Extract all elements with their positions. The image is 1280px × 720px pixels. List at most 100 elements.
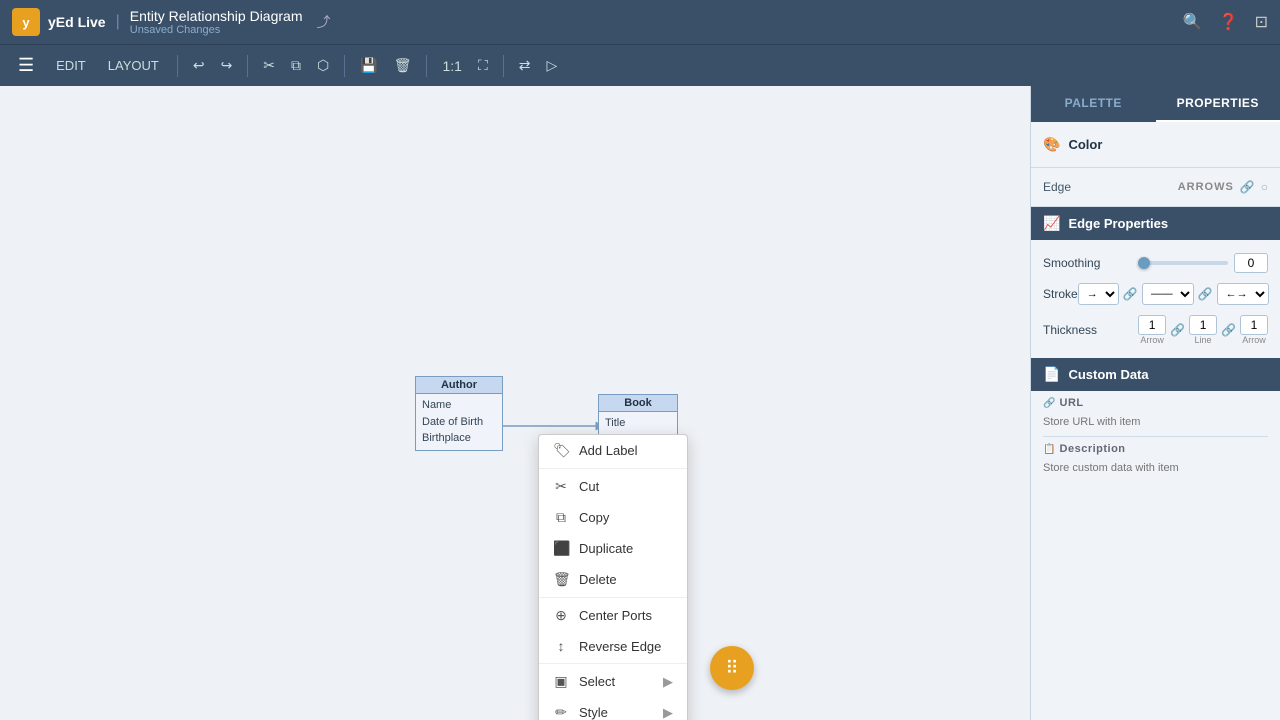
color-icon: 🎨 — [1043, 136, 1060, 153]
stroke-link-icon2[interactable]: 🔗 — [1198, 287, 1213, 301]
arrows-label: ARROWS — [1178, 181, 1234, 193]
thickness-link2-icon[interactable]: 🔗 — [1221, 323, 1236, 337]
zoom-1to1-button[interactable]: 1:1 — [435, 53, 468, 79]
smoothing-value[interactable] — [1234, 253, 1268, 273]
save-button[interactable]: 💾 — [353, 52, 384, 79]
ctx-style-text: Style — [579, 705, 608, 720]
export-button[interactable]: ▷ — [540, 52, 565, 79]
stroke-link-icon[interactable]: 🔗 — [1123, 287, 1138, 301]
share-icon[interactable]: ⤴ — [317, 12, 331, 32]
arrows-row: ARROWS 🔗 ○ — [1178, 180, 1268, 194]
url-link-icon: 🔗 — [1043, 398, 1056, 409]
thickness-link1-icon[interactable]: 🔗 — [1170, 323, 1185, 337]
right-panel: PALETTE PROPERTIES 🎨 Color Edge ARROWS 🔗… — [1030, 86, 1280, 720]
copy-icon: ⧉ — [553, 509, 569, 526]
undo-button[interactable]: ↩ — [186, 52, 212, 79]
ctx-sep-1 — [539, 468, 687, 469]
ctx-center-ports-text: Center Ports — [579, 608, 652, 623]
ctx-reverse-edge[interactable]: ↕ Reverse Edge — [539, 631, 687, 661]
panel-tabs: PALETTE PROPERTIES — [1031, 86, 1280, 122]
edge-properties-section: 📈 Edge Properties Smoothing Stroke — [1031, 207, 1280, 358]
url-input[interactable] — [1043, 416, 1268, 428]
toggle-button[interactable]: ⇄ — [512, 52, 538, 79]
ctx-center-ports[interactable]: ⊕ Center Ports — [539, 600, 687, 631]
color-label: Color — [1068, 137, 1102, 152]
custom-data-section: 📄 Custom Data 🔗 URL 📋 Description — [1031, 358, 1280, 482]
ctx-select[interactable]: ▣ Select ▶ — [539, 666, 687, 697]
center-ports-icon: ⊕ — [553, 607, 569, 624]
custom-data-title: Custom Data — [1068, 367, 1148, 382]
author-field-2: Date of Birth — [422, 414, 496, 431]
ctx-add-label[interactable]: 🏷 Add Label — [539, 435, 687, 466]
fit-button[interactable]: ⛶ — [471, 52, 495, 79]
redo-button[interactable]: ↪ — [214, 52, 240, 79]
smoothing-thumb — [1138, 257, 1150, 269]
stroke-end-select[interactable]: ←→ — [1217, 283, 1269, 305]
delete-button[interactable]: 🗑 — [387, 52, 419, 79]
arrow2-col-label: Arrow — [1242, 335, 1266, 345]
smoothing-slider[interactable] — [1138, 261, 1228, 265]
style-icon: ✏ — [553, 704, 569, 720]
url-label-text: URL — [1060, 397, 1084, 409]
reverse-edge-icon: ↕ — [553, 638, 569, 654]
stroke-controls: → 🔗 —— 🔗 ←→ — [1078, 283, 1269, 305]
desc-label: 📋 Description — [1043, 443, 1268, 455]
canvas[interactable]: Author Name Date of Birth Birthplace Boo… — [0, 86, 1030, 720]
edge-label: Edge — [1043, 180, 1071, 194]
cut-icon: ✂ — [553, 478, 569, 495]
top-icons: 🔍 ❓ ⊡ — [1183, 12, 1268, 32]
author-body: Name Date of Birth Birthplace — [416, 394, 502, 450]
add-label-icon: 🏷 — [553, 442, 569, 459]
description-field: 📋 Description — [1031, 437, 1280, 482]
cut-button[interactable]: ✂ — [256, 52, 282, 79]
ctx-copy[interactable]: ⧉ Copy — [539, 502, 687, 533]
thickness-arrow1-input[interactable] — [1138, 315, 1166, 335]
tab-properties[interactable]: PROPERTIES — [1156, 86, 1280, 122]
help-icon[interactable]: ❓ — [1219, 12, 1239, 32]
tab-palette[interactable]: PALETTE — [1031, 86, 1156, 122]
ctx-delete[interactable]: 🗑 Delete — [539, 564, 687, 595]
stroke-style-select[interactable]: —— — [1142, 283, 1194, 305]
topbar: y yEd Live | Entity Relationship Diagram… — [0, 0, 1280, 44]
edge-arrows-row: Edge ARROWS 🔗 ○ — [1043, 176, 1268, 198]
author-field-3: Birthplace — [422, 430, 496, 447]
paste-button[interactable]: ⬡ — [310, 52, 336, 79]
menu-button[interactable]: ☰ — [8, 49, 44, 82]
author-node[interactable]: Author Name Date of Birth Birthplace — [415, 376, 503, 451]
thickness-line-input[interactable] — [1189, 315, 1217, 335]
thickness-controls: Arrow 🔗 Line 🔗 Arrow — [1138, 315, 1268, 345]
ctx-duplicate[interactable]: ⬛ Duplicate — [539, 533, 687, 564]
ctx-copy-text: Copy — [579, 510, 609, 525]
description-input[interactable] — [1043, 462, 1268, 474]
thickness-arrow2-input[interactable] — [1240, 315, 1268, 335]
edit-menu[interactable]: EDIT — [46, 54, 96, 77]
fab-button[interactable]: ⠿ — [710, 646, 754, 690]
ctx-cut[interactable]: ✂ Cut — [539, 471, 687, 502]
author-field-1: Name — [422, 397, 496, 414]
circle-icon-arrows[interactable]: ○ — [1261, 180, 1268, 194]
book-field-1: Title — [605, 415, 671, 432]
ctx-sep-3 — [539, 663, 687, 664]
edge-properties-header: 📈 Edge Properties — [1031, 207, 1280, 240]
edge-connector[interactable] — [503, 416, 613, 436]
delete-icon: 🗑 — [553, 571, 569, 588]
window-icon[interactable]: ⊡ — [1255, 12, 1268, 32]
duplicate-icon: ⬛ — [553, 540, 569, 557]
stroke-label: Stroke — [1043, 287, 1078, 301]
ctx-select-text: Select — [579, 674, 615, 689]
desc-label-text: Description — [1060, 443, 1126, 455]
toolbar-divider-3 — [344, 55, 345, 77]
edge-properties-body: Smoothing Stroke → 🔗 — [1031, 240, 1280, 358]
link-icon-arrows[interactable]: 🔗 — [1240, 180, 1255, 194]
stroke-start-select[interactable]: → — [1078, 283, 1119, 305]
search-icon[interactable]: 🔍 — [1183, 12, 1203, 32]
toolbar: ☰ EDIT LAYOUT ↩ ↪ ✂ ⧉ ⬡ 💾 🗑 1:1 ⛶ ⇄ ▷ — [0, 44, 1280, 86]
style-arrow-icon: ▶ — [663, 705, 673, 720]
ctx-sep-2 — [539, 597, 687, 598]
ctx-style[interactable]: ✏ Style ▶ — [539, 697, 687, 720]
copy-button[interactable]: ⧉ — [284, 52, 308, 79]
layout-menu[interactable]: LAYOUT — [98, 54, 169, 77]
ctx-cut-text: Cut — [579, 479, 599, 494]
toolbar-divider-2 — [247, 55, 248, 77]
color-section-header: 🎨 Color — [1043, 130, 1268, 159]
